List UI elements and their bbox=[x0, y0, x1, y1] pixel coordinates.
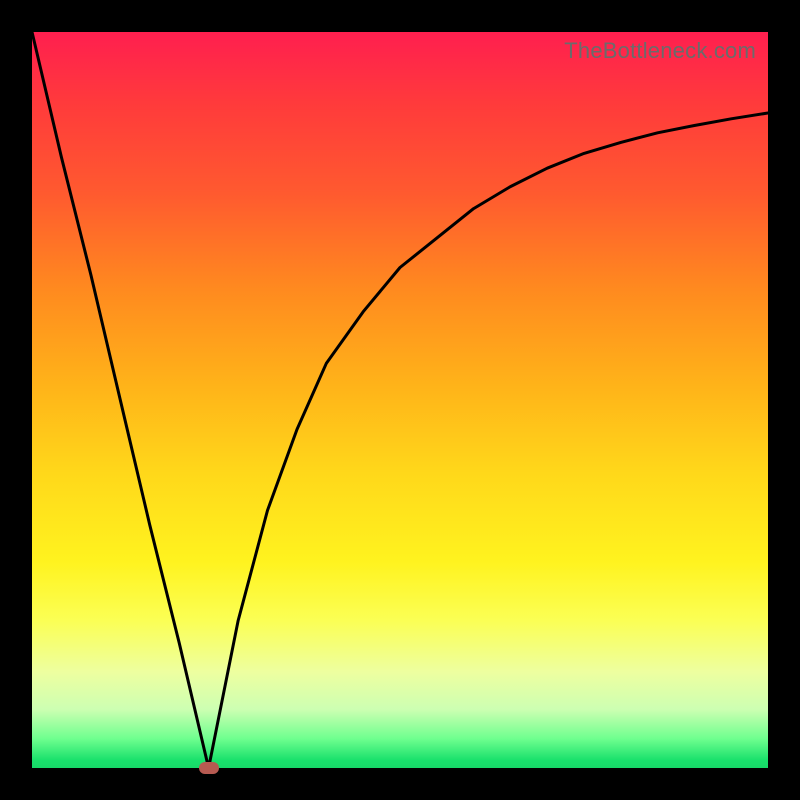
plot-area: TheBottleneck.com bbox=[32, 32, 768, 768]
curve-path bbox=[32, 32, 768, 768]
chart-frame: TheBottleneck.com bbox=[0, 0, 800, 800]
min-marker bbox=[199, 762, 219, 774]
bottleneck-curve bbox=[32, 32, 768, 768]
